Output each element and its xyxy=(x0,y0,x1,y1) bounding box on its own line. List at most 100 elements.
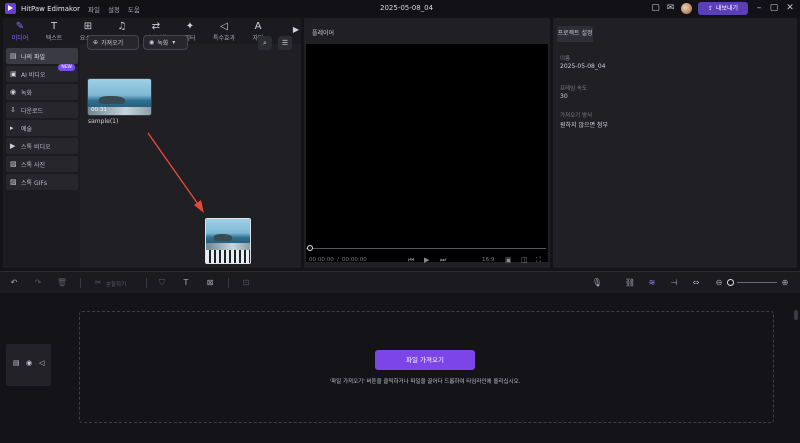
split-track-icon[interactable]: ⊣ xyxy=(668,277,680,289)
sidebar-item-my-files[interactable]: ▤ 나의 파일 xyxy=(6,48,78,64)
tab-text[interactable]: T 텍스트 xyxy=(37,18,71,44)
text-icon: T xyxy=(50,20,58,32)
track-header: ▤ ◉ ◁ xyxy=(6,344,51,386)
menu-file[interactable]: 파일 xyxy=(88,4,100,14)
zoom-in-icon[interactable]: ⊕ xyxy=(779,277,791,289)
detach-icon[interactable]: ⊠ xyxy=(204,277,216,289)
snapshot-icon[interactable]: ▣ xyxy=(505,256,512,264)
thumbnail-duration: 00:31 xyxy=(91,107,107,113)
menu-settings[interactable]: 설정 xyxy=(108,4,120,14)
sidebar-item-record[interactable]: ◉ 녹화 xyxy=(6,84,78,100)
list-view-icon[interactable]: ☰ xyxy=(278,36,292,50)
current-time: 00:00:00 xyxy=(309,257,334,263)
track-lock-icon[interactable]: ▤ xyxy=(13,359,20,367)
close-icon[interactable]: ✕ xyxy=(784,2,796,15)
vertical-scrollbar[interactable] xyxy=(794,310,798,320)
export-label: 내보내기 xyxy=(715,5,739,12)
timeline-toolbar: ↶ ↷ 🗑 ✂ 분할하기 ⛉ T ⊠ ⊡ 🎙 ⛓ ≋ ⊣ ⇔ ⊖ ⊕ xyxy=(0,271,800,293)
export-frame-icon[interactable]: ⊡ xyxy=(240,277,252,289)
import-mode-value: 원하지 않으면 첨부 xyxy=(560,122,608,129)
split-label[interactable]: 분할하기 xyxy=(106,280,126,288)
scrub-bar[interactable] xyxy=(306,248,546,249)
text-icon[interactable]: T xyxy=(180,277,192,289)
zoom-out-icon[interactable]: ⊖ xyxy=(713,277,725,289)
transition-icon: ⇄ xyxy=(151,20,161,32)
ai-video-icon: ▣ xyxy=(10,70,17,78)
sidebar-item-art[interactable]: ▸ 예술 xyxy=(6,120,78,136)
player-title: 플레이어 xyxy=(312,30,335,37)
zoom-handle[interactable] xyxy=(727,279,734,286)
app-title: HitPaw Edimakor xyxy=(21,4,80,13)
sidebar-item-ai-video[interactable]: ▣ AI 비디오 NEW xyxy=(6,64,78,82)
prev-frame-icon[interactable]: ⏮ xyxy=(408,256,414,265)
minimize-icon[interactable]: – xyxy=(753,2,765,15)
mail-icon[interactable]: ✉ xyxy=(665,3,676,14)
record-dropdown[interactable]: ◉ 녹화 ▾ xyxy=(143,35,188,50)
link-icon[interactable]: ⛓ xyxy=(624,277,636,289)
sidebar-item-stock-photo[interactable]: ▨ 스톡 사진 xyxy=(6,156,78,172)
play-icon[interactable]: ▶ xyxy=(424,256,429,264)
fullscreen-icon[interactable]: ⛶ xyxy=(536,256,541,265)
menu-help[interactable]: 도움 xyxy=(128,4,140,14)
chevron-down-icon: ▾ xyxy=(172,39,176,46)
player-screen[interactable] xyxy=(306,44,548,262)
tab-label: 텍스트 xyxy=(45,34,63,42)
import-button[interactable]: ⊕ 가져오기 xyxy=(87,35,139,50)
subtitle-icon: A xyxy=(254,20,262,32)
thumbnail-name: sample(1) xyxy=(88,118,119,125)
redo-icon[interactable]: ↷ xyxy=(32,277,44,289)
properties-panel: 프로젝트 설정 이름 2025-05-08_04 프레임 속도 30 가져오기 … xyxy=(553,18,797,268)
maximize-icon[interactable]: ▢ xyxy=(768,2,780,15)
divider xyxy=(228,278,229,288)
framerate-value: 30 xyxy=(560,93,568,100)
feedback-icon[interactable]: ▢ xyxy=(650,3,661,14)
media-panel: ✎미디어 T텍스트 ⊞요소들 ♫오디오 ⇄장면전환 ✦필터 ◁특수효과 A자막 … xyxy=(3,18,301,268)
tab-project-settings[interactable]: 프로젝트 설정 xyxy=(557,26,593,42)
audio-wave-icon[interactable]: ≋ xyxy=(646,277,658,289)
speaker-icon[interactable]: ◁ xyxy=(39,359,44,367)
tab-effects[interactable]: ◁ 특수효과 xyxy=(207,18,241,44)
search-icon[interactable]: ⌕ xyxy=(258,36,272,50)
undo-icon[interactable]: ↶ xyxy=(8,277,20,289)
tab-label: 특수효과 xyxy=(212,34,236,42)
tab-media[interactable]: ✎ 미디어 xyxy=(3,18,37,44)
microphone-icon[interactable]: 🎙 xyxy=(591,277,603,289)
fit-icon[interactable]: ⇔ xyxy=(690,277,702,289)
play-icon: ▶ xyxy=(10,142,16,150)
tab-label: 미디어 xyxy=(11,34,29,42)
zoom-slider[interactable] xyxy=(737,282,777,283)
gif-icon: ▨ xyxy=(10,178,17,186)
playhead-handle[interactable] xyxy=(307,245,313,251)
sidebar-item-stock-video[interactable]: ▶ 스톡 비디오 xyxy=(6,138,78,154)
avatar[interactable] xyxy=(681,3,692,14)
delete-icon[interactable]: 🗑 xyxy=(56,277,68,289)
import-file-button[interactable]: 파일 가져오기 xyxy=(375,350,475,370)
media-thumbnail[interactable]: 00:31 xyxy=(87,78,152,116)
drag-preview xyxy=(205,218,251,264)
filter-icon: ✦ xyxy=(185,20,195,32)
export-button[interactable]: ⇪ 내보내기 xyxy=(698,2,748,15)
next-frame-icon[interactable]: ⏭ xyxy=(440,256,446,265)
chevron-right-icon[interactable]: ▶ xyxy=(293,25,299,34)
audio-icon: ♫ xyxy=(117,20,127,32)
scissors-icon[interactable]: ✂ xyxy=(92,277,104,289)
shield-icon[interactable]: ⛉ xyxy=(156,277,168,289)
filmstrip-icon xyxy=(206,249,250,263)
document-title: 2025-05-08_04 xyxy=(380,4,434,12)
record-icon: ◉ xyxy=(10,88,17,96)
sidebar-item-label: 스톡 비디오 xyxy=(21,143,51,151)
total-time: 00:00:00 xyxy=(342,257,367,263)
quality-icon[interactable]: ◫ xyxy=(521,256,528,264)
import-mode-label: 가져오기 방식 xyxy=(560,113,593,119)
sidebar-item-label: 스톡 GIFs xyxy=(21,179,47,187)
sidebar-item-label: 다운로드 xyxy=(21,107,44,115)
sidebar-item-label: 예술 xyxy=(21,125,33,133)
media-sidebar: ▤ 나의 파일 ▣ AI 비디오 NEW ◉ 녹화 ⇩ 다운로드 ▸ 예술 ▶ 스톡 비디오 … xyxy=(3,44,80,268)
sidebar-item-download[interactable]: ⇩ 다운로드 xyxy=(6,102,78,118)
folder-icon: ▤ xyxy=(10,52,17,60)
download-icon: ⇩ xyxy=(10,106,16,114)
sidebar-item-stock-gifs[interactable]: ▨ 스톡 GIFs xyxy=(6,174,78,190)
eye-icon[interactable]: ◉ xyxy=(26,359,32,367)
new-badge: NEW xyxy=(58,64,75,71)
aspect-ratio[interactable]: 16:9 xyxy=(482,257,494,263)
